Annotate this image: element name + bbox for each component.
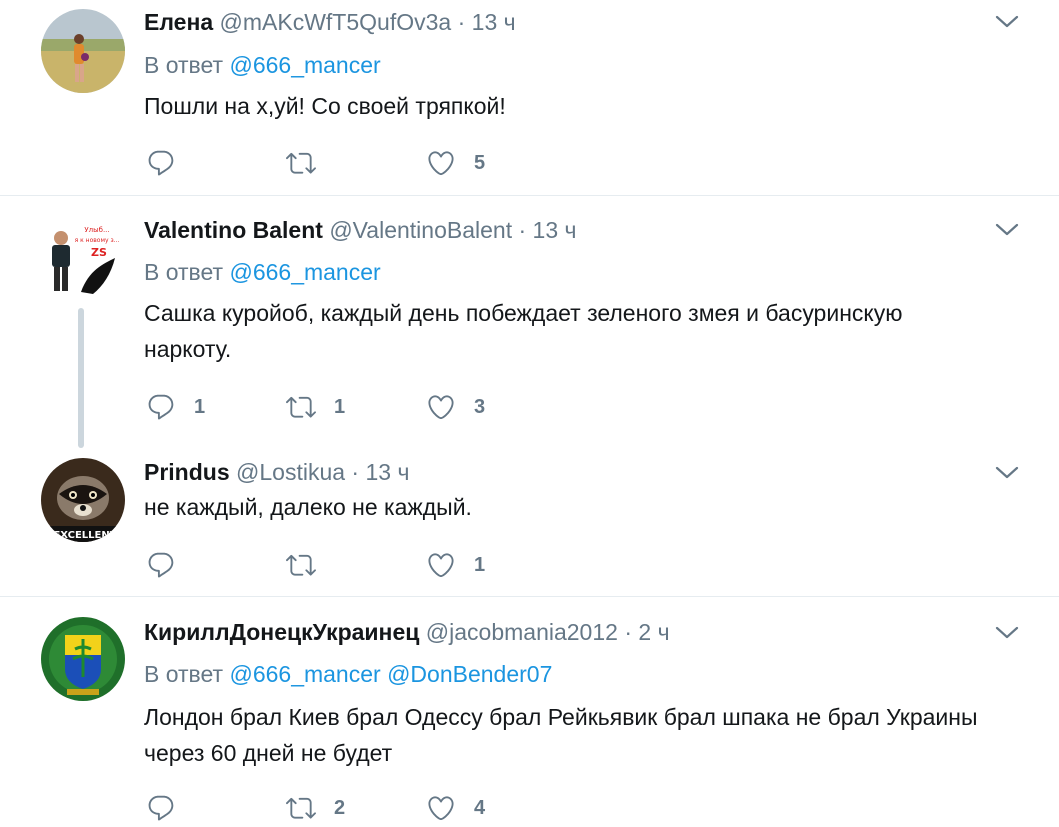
- heart-icon: [426, 793, 456, 823]
- retweet-icon: [286, 793, 316, 823]
- retweet-icon: [286, 550, 316, 580]
- like-count: 4: [474, 796, 486, 819]
- retweet-icon: [286, 148, 316, 178]
- retweet-button[interactable]: [286, 550, 334, 580]
- avatar[interactable]: EXCELLENT: [41, 458, 125, 542]
- tweet-header: КириллДонецкУкраинец @jacobmania2012 · 2…: [144, 621, 670, 644]
- reply-icon: [146, 148, 176, 178]
- reply-icon: [146, 550, 176, 580]
- reply-context: В ответ @666_mancer @DonBender07: [144, 663, 552, 686]
- tweet-header: Valentino Balent @ValentinoBalent · 13 ч: [144, 219, 577, 242]
- reply-mention-link[interactable]: @666_mancer @DonBender07: [229, 661, 552, 687]
- timestamp[interactable]: 13 ч: [365, 459, 409, 485]
- separator-dot: ·: [518, 217, 527, 243]
- reply-mention-link[interactable]: @666_mancer: [229, 52, 380, 78]
- chevron-down-icon[interactable]: [993, 219, 1021, 239]
- tweet-text: Пошли на х,уй! Со своей тряпкой!: [144, 93, 506, 119]
- reply-prefix: В ответ: [144, 661, 224, 687]
- user-handle[interactable]: @jacobmania2012: [426, 619, 618, 645]
- reply-prefix: В ответ: [144, 52, 224, 78]
- timestamp[interactable]: 2 ч: [638, 619, 669, 645]
- separator-dot: ·: [457, 9, 466, 35]
- avatar[interactable]: [41, 617, 125, 701]
- retweet-button[interactable]: 1: [286, 392, 345, 422]
- user-handle[interactable]: @mAKcWfT5QufOv3a: [220, 9, 452, 35]
- user-handle[interactable]: @Lostikua: [236, 459, 345, 485]
- display-name[interactable]: КириллДонецкУкраинец: [144, 619, 419, 645]
- reply-button[interactable]: 1: [146, 392, 205, 422]
- thread-connector: [78, 308, 84, 448]
- reply-prefix: В ответ: [144, 259, 224, 285]
- like-count: 1: [474, 553, 486, 576]
- like-button[interactable]: 3: [426, 392, 485, 422]
- tweet-text: Сашка куройоб, каждый день побеждает зел…: [144, 300, 903, 362]
- separator-dot: ·: [351, 459, 360, 485]
- display-name[interactable]: Valentino Balent: [144, 217, 323, 243]
- timestamp[interactable]: 13 ч: [472, 9, 516, 35]
- separator-dot: ·: [624, 619, 632, 645]
- avatar-image: [41, 9, 125, 93]
- avatar[interactable]: [41, 9, 125, 93]
- avatar-image: [41, 617, 125, 701]
- tweet-text: Лондон брал Киев брал Одессу брал Рейкья…: [144, 704, 978, 766]
- reply-count: 1: [194, 395, 206, 418]
- reply-button[interactable]: [146, 148, 194, 178]
- reply-button[interactable]: [146, 793, 194, 823]
- display-name[interactable]: Prindus: [144, 459, 230, 485]
- avatar-image: EXCELLENT: [41, 458, 125, 542]
- chevron-down-icon[interactable]: [993, 622, 1021, 642]
- tweet-4[interactable]: КириллДонецкУкраинец @jacobmania2012 · 2…: [0, 597, 1059, 827]
- retweet-button[interactable]: 2: [286, 793, 345, 823]
- reply-button[interactable]: [146, 550, 194, 580]
- chevron-down-icon[interactable]: [993, 462, 1021, 482]
- reply-context: В ответ @666_mancer: [144, 261, 381, 284]
- tweet-header: Prindus @Lostikua · 13 ч: [144, 461, 409, 484]
- retweet-icon: [286, 392, 316, 422]
- avatar-image: Улыб... я к новому з... ZS: [41, 216, 125, 300]
- tweet-2[interactable]: Улыб... я к новому з... ZS Valentino Bal…: [0, 196, 1059, 456]
- retweet-count: 2: [334, 796, 346, 819]
- like-count: 5: [474, 151, 486, 174]
- heart-icon: [426, 148, 456, 178]
- display-name[interactable]: Елена: [144, 9, 213, 35]
- chevron-down-icon[interactable]: [993, 11, 1021, 31]
- like-button[interactable]: 4: [426, 793, 485, 823]
- reply-icon: [146, 793, 176, 823]
- reply-icon: [146, 392, 176, 422]
- tweet-text: не каждый, далеко не каждый.: [144, 494, 472, 520]
- retweet-count: 1: [334, 395, 346, 418]
- avatar-caption: Улыб...: [84, 226, 109, 234]
- tweet-header: Елена @mAKcWfT5QufOv3a · 13 ч: [144, 11, 516, 34]
- svg-text:ZS: ZS: [91, 246, 107, 259]
- reply-context: В ответ @666_mancer: [144, 54, 381, 77]
- timestamp[interactable]: 13 ч: [533, 217, 577, 243]
- svg-text:я к новому з...: я к новому з...: [75, 237, 120, 244]
- user-handle[interactable]: @ValentinoBalent: [329, 217, 512, 243]
- avatar-caption: EXCELLENT: [53, 530, 116, 541]
- reply-mention-link[interactable]: @666_mancer: [229, 259, 380, 285]
- tweet-3[interactable]: EXCELLENT Prindus @Lostikua · 13 ч не ка…: [0, 456, 1059, 596]
- like-button[interactable]: 1: [426, 550, 485, 580]
- tweet-1[interactable]: Елена @mAKcWfT5QufOv3a · 13 ч В ответ @6…: [0, 0, 1059, 195]
- retweet-button[interactable]: [286, 148, 334, 178]
- avatar[interactable]: Улыб... я к новому з... ZS: [41, 216, 125, 300]
- heart-icon: [426, 392, 456, 422]
- like-count: 3: [474, 395, 486, 418]
- like-button[interactable]: 5: [426, 148, 485, 178]
- heart-icon: [426, 550, 456, 580]
